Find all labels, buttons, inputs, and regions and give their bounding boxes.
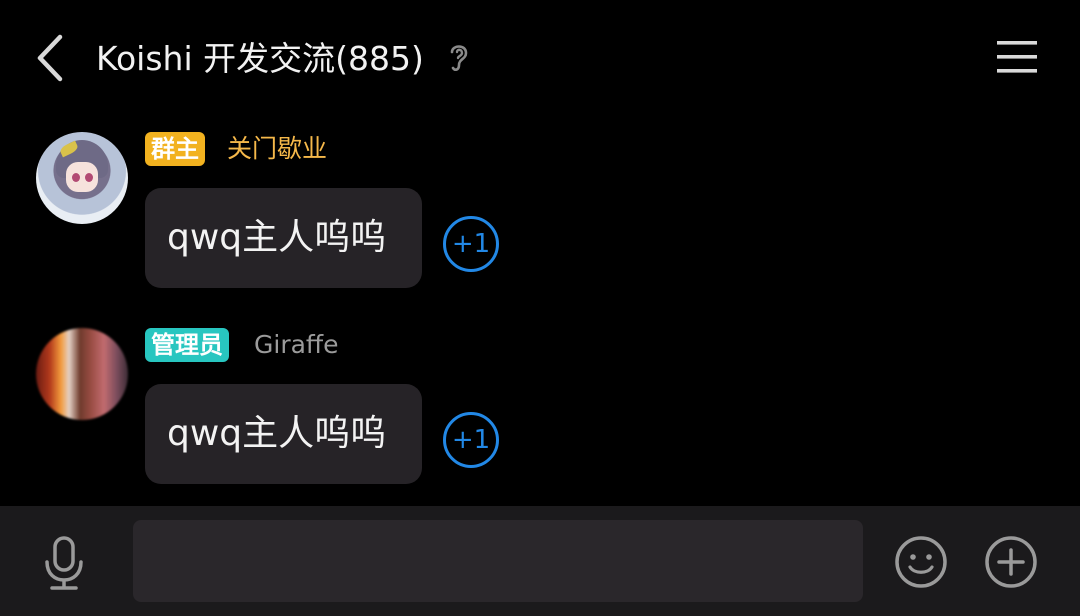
message-bubble[interactable]: qwq主人呜呜 — [145, 188, 422, 288]
message-bubble[interactable]: qwq主人呜呜 — [145, 384, 422, 484]
chat-header: Koishi 开发交流(885) — [0, 0, 1080, 118]
ear-icon — [450, 45, 468, 71]
menu-button[interactable] — [996, 38, 1038, 76]
role-badge-admin: 管理员 — [145, 328, 229, 362]
voice-button[interactable] — [40, 534, 88, 594]
more-button[interactable] — [983, 534, 1039, 590]
message-item: 管理员 Giraffe qwq主人呜呜 +1 — [0, 328, 1080, 498]
message-item: 群主 关门歇业 qwq主人呜呜 +1 — [0, 132, 1080, 302]
microphone-icon — [45, 536, 83, 590]
avatar-face — [66, 162, 98, 192]
menu-icon — [997, 41, 1037, 73]
plus-one-button[interactable]: +1 — [443, 216, 499, 272]
chevron-left-icon — [37, 34, 63, 82]
avatar[interactable] — [36, 132, 128, 224]
message-text: qwq主人呜呜 — [167, 413, 387, 454]
role-badge-owner: 群主 — [145, 132, 205, 166]
input-bar — [0, 506, 1080, 616]
emoji-button[interactable] — [893, 534, 949, 590]
sender-name[interactable]: 关门歇业 — [227, 132, 327, 166]
message-input[interactable] — [133, 520, 863, 602]
chat-title[interactable]: Koishi 开发交流(885) — [96, 38, 424, 80]
plus-one-button[interactable]: +1 — [443, 412, 499, 468]
plus-one-label: +1 — [451, 229, 491, 259]
message-text: qwq主人呜呜 — [167, 217, 387, 258]
back-button[interactable] — [30, 32, 70, 84]
smiley-icon — [895, 536, 947, 588]
plus-circle-icon — [985, 536, 1037, 588]
sender-name[interactable]: Giraffe — [254, 328, 339, 362]
avatar-eye — [72, 173, 80, 182]
avatar[interactable] — [36, 328, 128, 420]
avatar-eye — [85, 173, 93, 182]
plus-one-label: +1 — [451, 425, 491, 455]
